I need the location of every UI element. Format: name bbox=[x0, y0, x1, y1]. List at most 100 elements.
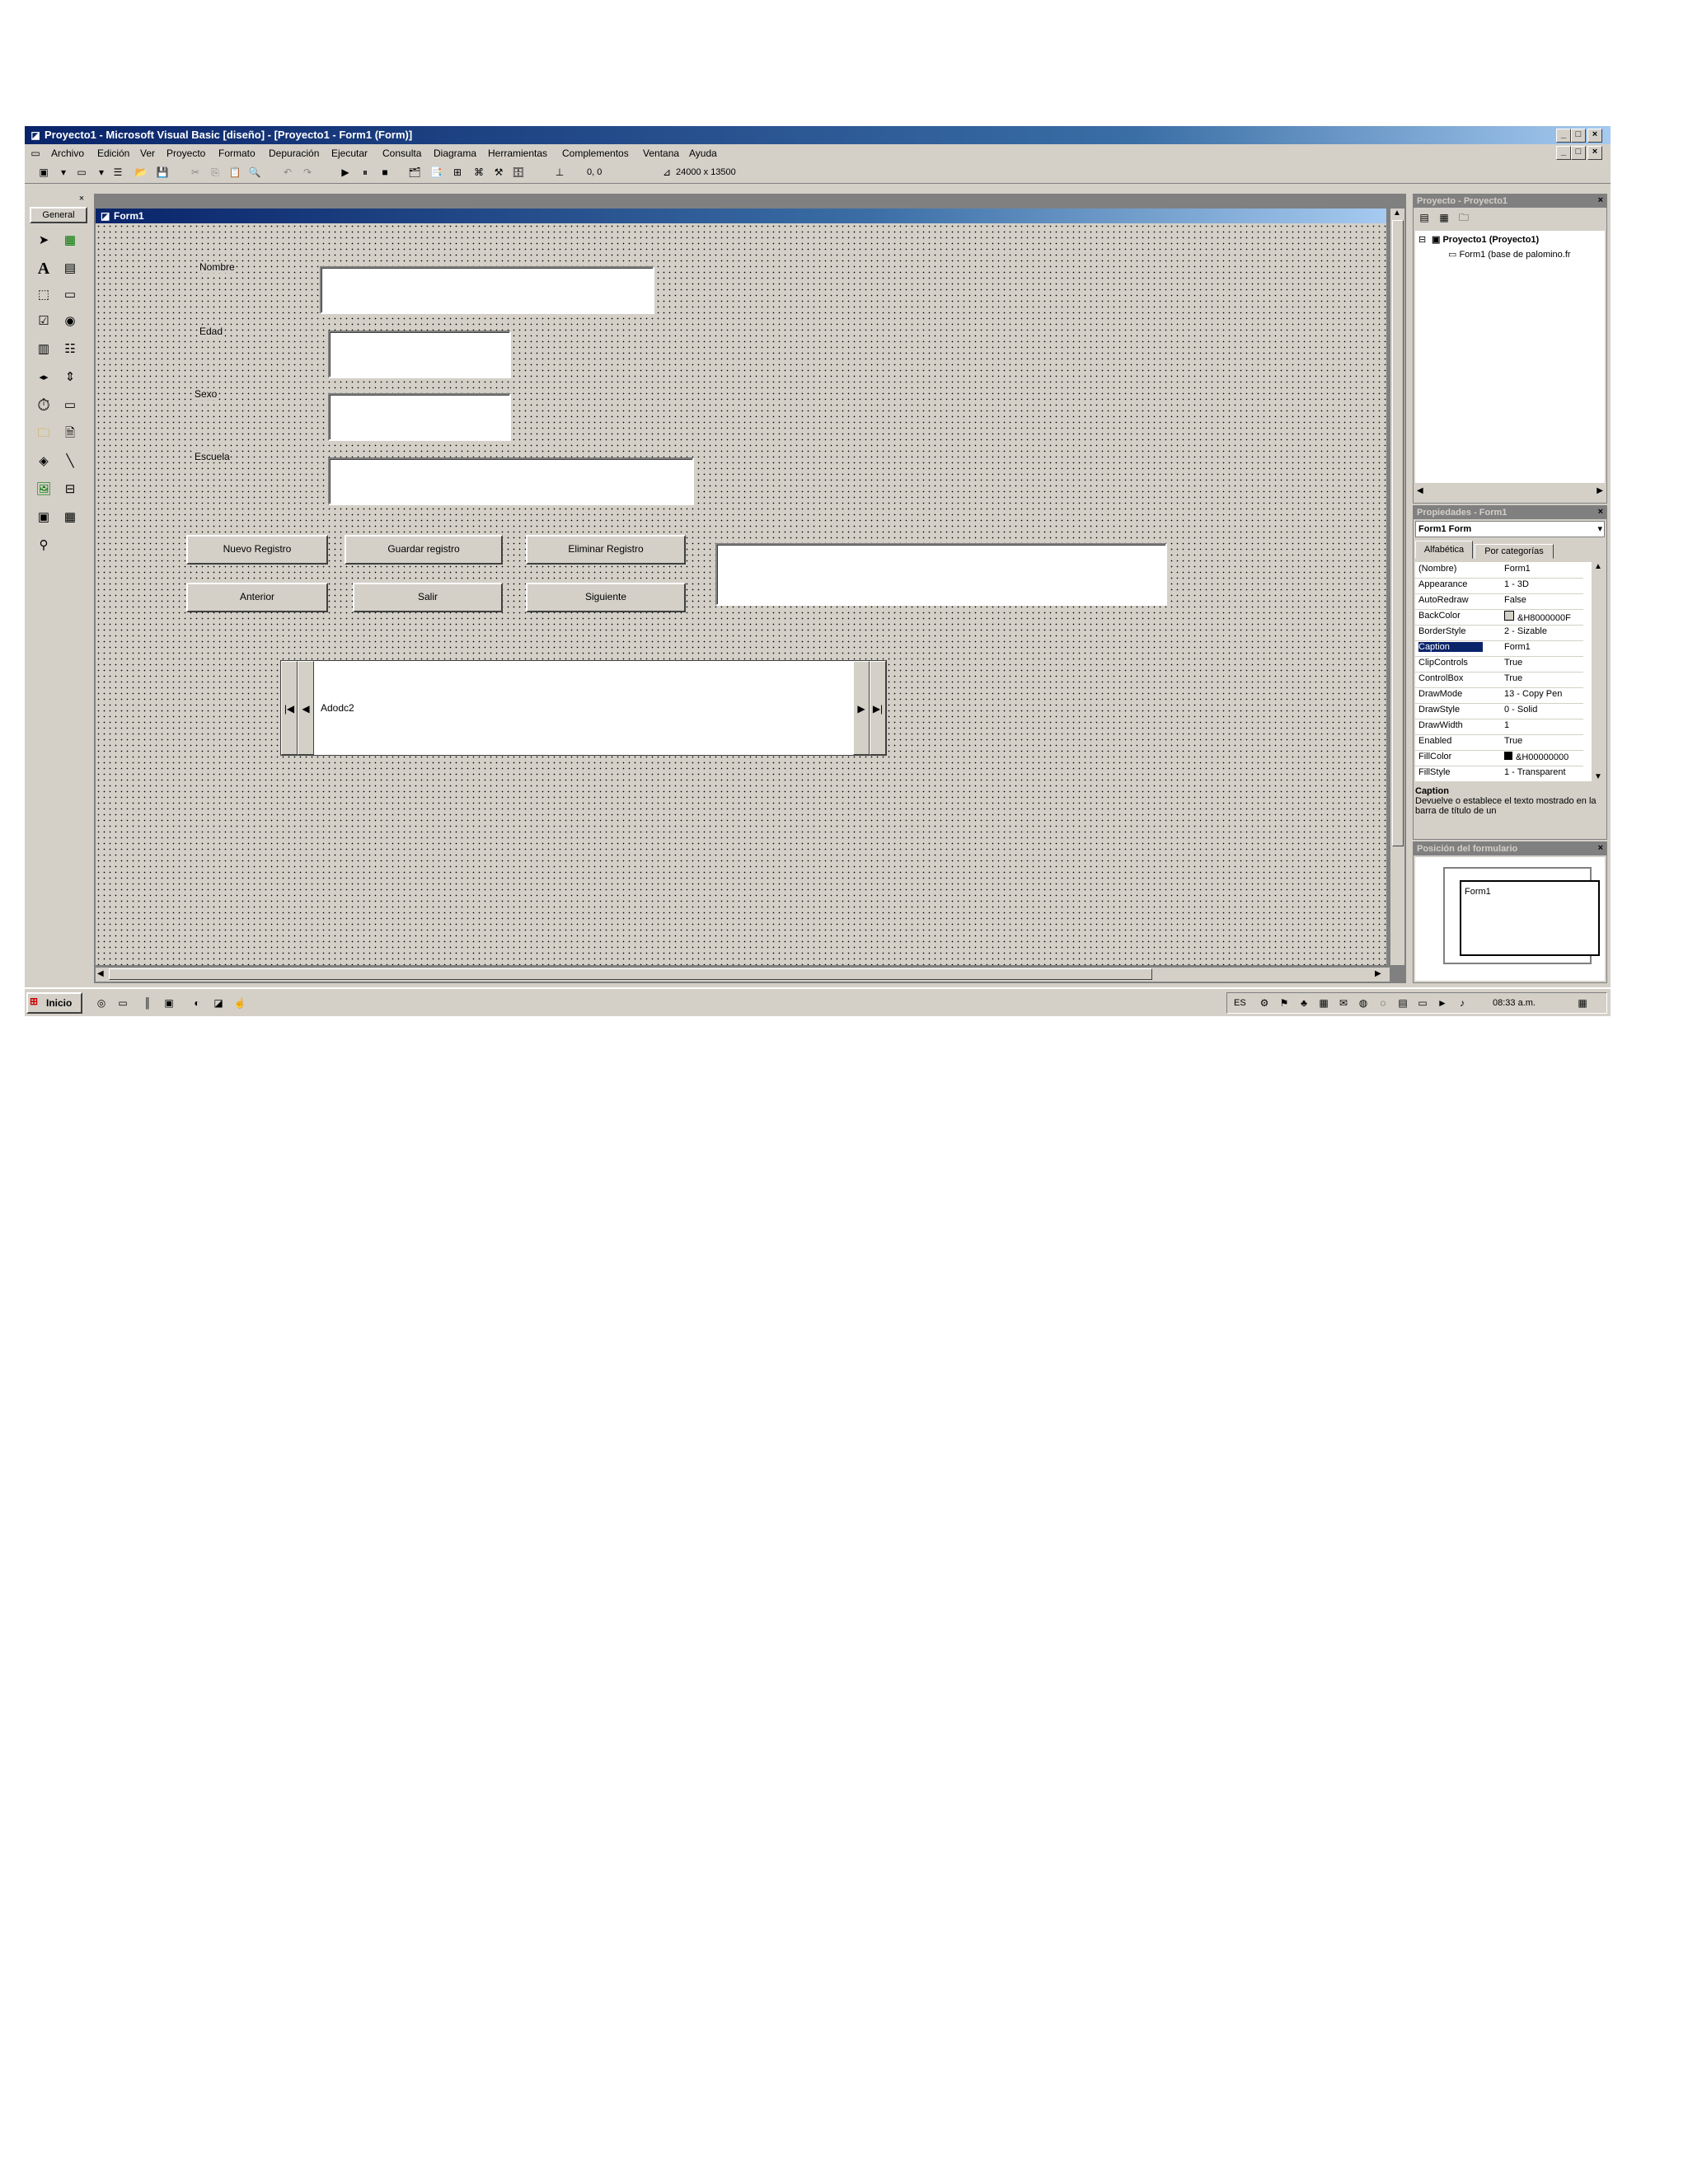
adodc-prev-button[interactable]: ◀ bbox=[298, 661, 314, 755]
listbox-tool-icon[interactable]: ☷ bbox=[59, 339, 81, 360]
property-value[interactable]: Form1 bbox=[1504, 564, 1531, 574]
timer-tool-icon[interactable]: ⏱ bbox=[33, 395, 54, 416]
scroll-right-icon[interactable]: ▶ bbox=[1375, 969, 1381, 978]
shape-tool-icon[interactable]: ◈ bbox=[33, 451, 54, 472]
properties-vscrollbar[interactable]: ▲ ▼ bbox=[1592, 562, 1605, 781]
form-layout-icon[interactable]: ⊞ bbox=[450, 166, 465, 180]
property-value[interactable]: False bbox=[1504, 595, 1526, 605]
open-icon[interactable]: 📂 bbox=[134, 166, 148, 180]
horizontal-scroll-thumb[interactable] bbox=[109, 968, 1152, 980]
tab-alfabetica[interactable]: Alfabética bbox=[1415, 541, 1473, 559]
property-value[interactable]: True bbox=[1504, 673, 1522, 683]
vscrollbar-tool-icon[interactable]: ⇕ bbox=[59, 367, 81, 388]
break-icon[interactable]: ⏸ bbox=[358, 166, 373, 180]
data-tool-icon[interactable]: ⊟ bbox=[59, 479, 81, 500]
siguiente-button[interactable]: Siguiente bbox=[526, 583, 686, 612]
property-value[interactable]: 2 - Sizable bbox=[1504, 626, 1547, 636]
toggle-folders-icon[interactable]: 🗀 bbox=[1456, 211, 1471, 225]
view-code-icon[interactable]: ▤ bbox=[1417, 211, 1432, 225]
combobox-tool-icon[interactable]: ▥ bbox=[33, 339, 54, 360]
adodc2-control[interactable]: |◀ ◀ Adodc2 ▶ ▶| bbox=[280, 660, 887, 756]
show-desktop-icon[interactable]: ▦ bbox=[1575, 996, 1590, 1010]
checkbox-tool-icon[interactable]: ☑ bbox=[33, 311, 54, 332]
dropdown-arrow-icon[interactable]: ▾ bbox=[94, 166, 109, 180]
find-icon[interactable]: 🔍 bbox=[247, 166, 262, 180]
properties-panel-close-icon[interactable]: × bbox=[1598, 507, 1603, 517]
property-row[interactable]: (Nombre) Form1 bbox=[1415, 562, 1583, 579]
scroll-right-icon[interactable]: ▶ bbox=[1597, 486, 1603, 495]
chevron-down-icon[interactable]: ▾ bbox=[1597, 523, 1602, 534]
property-row[interactable]: Enabled True bbox=[1415, 734, 1583, 751]
guardar-registro-button[interactable]: Guardar registro bbox=[345, 535, 503, 565]
optionbutton-tool-icon[interactable]: ◉ bbox=[59, 311, 81, 332]
pointer-tool-icon[interactable]: ➤ bbox=[33, 230, 54, 251]
end-icon[interactable]: ■ bbox=[377, 166, 392, 180]
property-row[interactable]: BorderStyle 2 - Sizable bbox=[1415, 625, 1583, 641]
filelistbox-tool-icon[interactable]: 🗎 bbox=[59, 423, 81, 444]
property-value[interactable]: True bbox=[1504, 658, 1522, 668]
property-row-selected[interactable]: Caption Form1 bbox=[1415, 640, 1583, 657]
label-nombre[interactable]: Nombre bbox=[199, 261, 235, 273]
menu-ayuda[interactable]: Ayuda bbox=[689, 148, 717, 159]
hscrollbar-tool-icon[interactable]: ◂▸ bbox=[33, 367, 54, 388]
tray-icon[interactable]: ⚑ bbox=[1277, 996, 1292, 1010]
maximize-button[interactable]: □ bbox=[1571, 129, 1586, 143]
app-icon[interactable]: ▣ bbox=[162, 996, 176, 1010]
tray-icon[interactable]: ◌ bbox=[1376, 996, 1390, 1010]
object-selector[interactable]: Form1 Form ▾ bbox=[1415, 521, 1605, 537]
tree-collapse-icon[interactable]: ⊟ bbox=[1418, 234, 1426, 245]
property-row[interactable]: FillColor &H00000000 bbox=[1415, 750, 1583, 766]
tray-icon[interactable]: ⚙ bbox=[1257, 996, 1272, 1010]
mdi-minimize-button[interactable]: _ bbox=[1556, 146, 1571, 160]
property-value[interactable]: 1 - 3D bbox=[1504, 579, 1529, 589]
desktop-icon[interactable]: ▭ bbox=[115, 996, 130, 1010]
adodc-last-button[interactable]: ▶| bbox=[870, 661, 886, 755]
cut-icon[interactable]: ✂ bbox=[188, 166, 203, 180]
nuevo-registro-button[interactable]: Nuevo Registro bbox=[186, 535, 328, 565]
object-browser-icon[interactable]: ⌘ bbox=[471, 166, 486, 180]
property-row[interactable]: BackColor &H8000000F bbox=[1415, 609, 1583, 626]
properties-grid[interactable]: (Nombre) Form1 Appearance 1 - 3D AutoRedra… bbox=[1415, 562, 1592, 782]
quicklaunch-icon[interactable]: ║ bbox=[140, 996, 155, 1010]
tab-por-categorias[interactable]: Por categorías bbox=[1475, 544, 1554, 559]
project-panel-close-icon[interactable]: × bbox=[1598, 195, 1603, 205]
menu-complementos[interactable]: Complementos bbox=[562, 148, 629, 159]
frame-tool-icon[interactable]: ⬚ bbox=[33, 284, 54, 306]
drivelistbox-tool-icon[interactable]: ▭ bbox=[59, 395, 81, 416]
tray-icon[interactable]: ♣ bbox=[1296, 996, 1311, 1010]
adodc-next-button[interactable]: ▶ bbox=[853, 661, 870, 755]
textbox-escuela[interactable] bbox=[328, 457, 694, 505]
label-sexo[interactable]: Sexo bbox=[195, 388, 218, 400]
property-value[interactable]: True bbox=[1504, 736, 1522, 746]
label-escuela[interactable]: Escuela bbox=[195, 451, 230, 462]
menu-consulta[interactable]: Consulta bbox=[382, 148, 421, 159]
property-row[interactable]: FillStyle 1 - Transparent bbox=[1415, 766, 1583, 782]
property-value[interactable]: Form1 bbox=[1504, 642, 1531, 652]
vertical-scroll-thumb[interactable] bbox=[1392, 220, 1404, 846]
toolbox-icon[interactable]: ⚒ bbox=[491, 166, 506, 180]
label-tool-icon[interactable]: A bbox=[33, 258, 54, 279]
property-value[interactable]: &H8000000F bbox=[1504, 611, 1571, 623]
properties-window-icon[interactable]: 📑 bbox=[429, 166, 443, 180]
clock[interactable]: 08:33 a.m. bbox=[1493, 998, 1536, 1008]
property-row[interactable]: DrawStyle 0 - Solid bbox=[1415, 703, 1583, 719]
redo-icon[interactable]: ↷ bbox=[300, 166, 315, 180]
form-layout-close-icon[interactable]: × bbox=[1598, 843, 1603, 853]
menu-ventana[interactable]: Ventana bbox=[643, 148, 679, 159]
textbox-nombre[interactable] bbox=[320, 266, 654, 314]
menu-archivo[interactable]: Archivo bbox=[51, 148, 84, 159]
property-row[interactable]: DrawWidth 1 bbox=[1415, 719, 1583, 735]
tray-icon[interactable]: ◍ bbox=[1356, 996, 1371, 1010]
form-position-preview[interactable]: Form1 bbox=[1460, 880, 1600, 956]
copy-icon[interactable]: ⎘ bbox=[208, 166, 223, 180]
dirlistbox-tool-icon[interactable]: 🗀 bbox=[33, 423, 54, 444]
tray-icon[interactable]: ▤ bbox=[1395, 996, 1410, 1010]
toolbox-close-icon[interactable]: × bbox=[76, 194, 87, 205]
menu-ver[interactable]: Ver bbox=[140, 148, 155, 159]
property-value[interactable]: &H00000000 bbox=[1504, 752, 1568, 762]
close-button[interactable]: × bbox=[1587, 129, 1602, 143]
project-explorer-icon[interactable]: 🗂 bbox=[407, 166, 422, 180]
view-object-icon[interactable]: ▦ bbox=[1437, 211, 1451, 225]
property-value[interactable]: 13 - Copy Pen bbox=[1504, 689, 1562, 699]
mdi-restore-button[interactable]: □ bbox=[1571, 146, 1586, 160]
